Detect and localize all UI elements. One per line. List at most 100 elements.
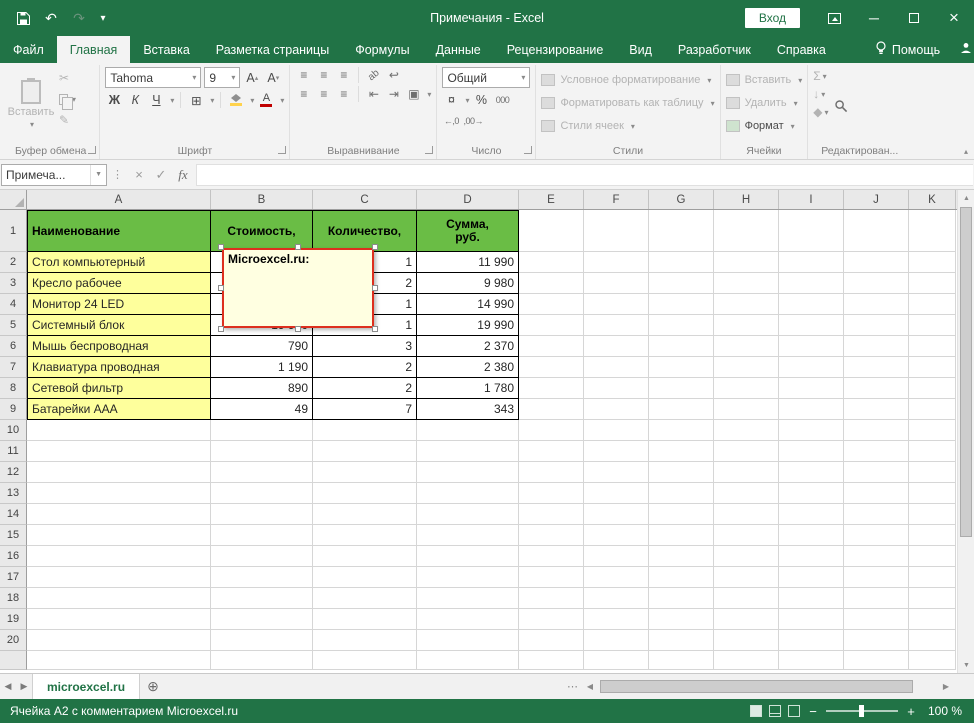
cell-J5[interactable] — [844, 315, 909, 336]
redo-icon[interactable]: ↷ — [66, 5, 92, 31]
cell-C14[interactable] — [313, 504, 417, 525]
cell-K16[interactable] — [909, 546, 956, 567]
cell-I19[interactable] — [779, 609, 844, 630]
minimize-button[interactable]: ─ — [854, 0, 894, 36]
cell-G20[interactable] — [649, 630, 714, 651]
row-header-4[interactable]: 4 — [0, 294, 27, 315]
fill-color-icon[interactable] — [227, 91, 245, 109]
cell-A2[interactable]: Стол компьютерный — [27, 252, 211, 273]
cell-E12[interactable] — [519, 462, 584, 483]
cell-E13[interactable] — [519, 483, 584, 504]
increase-decimal-icon[interactable]: ←,0 — [442, 112, 460, 130]
cell-D17[interactable] — [417, 567, 519, 588]
sheet-nav-right-icon[interactable]: ▶ — [16, 674, 32, 699]
cell-C15[interactable] — [313, 525, 417, 546]
cell-E15[interactable] — [519, 525, 584, 546]
cell-I17[interactable] — [779, 567, 844, 588]
row-header-8[interactable]: 8 — [0, 378, 27, 399]
row-header-1[interactable]: 1 — [0, 210, 27, 252]
cell-B16[interactable] — [211, 546, 313, 567]
cell-E3[interactable] — [519, 273, 584, 294]
zoom-out-icon[interactable]: − — [807, 704, 819, 719]
enter-icon[interactable]: ✓ — [150, 164, 172, 186]
row-header-13[interactable]: 13 — [0, 483, 27, 504]
cell-K3[interactable] — [909, 273, 956, 294]
cell-F2[interactable] — [584, 252, 649, 273]
cell-E9[interactable] — [519, 399, 584, 420]
wrap-text-icon[interactable]: ↩ — [385, 67, 402, 83]
cell-H1[interactable] — [714, 210, 779, 252]
cell-D16[interactable] — [417, 546, 519, 567]
cell-J16[interactable] — [844, 546, 909, 567]
tellme-help-item[interactable]: Помощь — [865, 41, 950, 58]
cell-B6[interactable]: 790 — [211, 336, 313, 357]
vertical-scrollbar[interactable]: ▲ ▼ — [957, 190, 974, 673]
cell-H2[interactable] — [714, 252, 779, 273]
number-format-select[interactable]: Общий ▾ — [442, 67, 530, 88]
ribbon-tab-Вид[interactable]: Вид — [616, 36, 665, 63]
column-header-E[interactable]: E — [519, 190, 584, 209]
comment-box[interactable]: Microexcel.ru: — [222, 248, 374, 328]
normal-view-icon[interactable] — [750, 705, 762, 717]
cell-D13[interactable] — [417, 483, 519, 504]
cell-I1[interactable] — [779, 210, 844, 252]
row-header-18[interactable]: 18 — [0, 588, 27, 609]
cell-F7[interactable] — [584, 357, 649, 378]
cell-J17[interactable] — [844, 567, 909, 588]
cell-J4[interactable] — [844, 294, 909, 315]
cell-J19[interactable] — [844, 609, 909, 630]
row-header-15[interactable]: 15 — [0, 525, 27, 546]
column-header-F[interactable]: F — [584, 190, 649, 209]
cell-E6[interactable] — [519, 336, 584, 357]
cell-G1[interactable] — [649, 210, 714, 252]
cell-A15[interactable] — [27, 525, 211, 546]
formula-input[interactable] — [196, 164, 973, 186]
close-button[interactable]: × — [934, 0, 974, 36]
comment-resize-handle-se[interactable] — [372, 326, 378, 332]
cell-C19[interactable] — [313, 609, 417, 630]
cell-C10[interactable] — [313, 420, 417, 441]
cell-H18[interactable] — [714, 588, 779, 609]
column-header-J[interactable]: J — [844, 190, 909, 209]
share-item[interactable]: Поделиться — [950, 42, 974, 57]
cell-I20[interactable] — [779, 630, 844, 651]
row-header-17[interactable]: 17 — [0, 567, 27, 588]
ribbon-tab-Формулы[interactable]: Формулы — [342, 36, 422, 63]
cell-G14[interactable] — [649, 504, 714, 525]
row-header-7[interactable]: 7 — [0, 357, 27, 378]
cell-K13[interactable] — [909, 483, 956, 504]
cell-K7[interactable] — [909, 357, 956, 378]
cell-C9[interactable]: 7 — [313, 399, 417, 420]
align-center-icon[interactable]: ≡ — [315, 86, 332, 102]
name-box[interactable]: Примеча... ▼ — [1, 164, 107, 186]
insert-cells-button[interactable]: Вставить ▾ — [726, 70, 803, 90]
cell-E20[interactable] — [519, 630, 584, 651]
cell-G2[interactable] — [649, 252, 714, 273]
align-top-icon[interactable]: ≡ — [295, 67, 312, 83]
cell-I11[interactable] — [779, 441, 844, 462]
row-header-14[interactable]: 14 — [0, 504, 27, 525]
ribbon-tab-Главная[interactable]: Главная — [57, 36, 131, 63]
cell-C1[interactable]: Количество, — [313, 210, 417, 252]
hscroll-left-icon[interactable]: ◀ — [582, 682, 598, 691]
cell-F14[interactable] — [584, 504, 649, 525]
cell-A13[interactable] — [27, 483, 211, 504]
cell-I7[interactable] — [779, 357, 844, 378]
cell-J11[interactable] — [844, 441, 909, 462]
cell-C17[interactable] — [313, 567, 417, 588]
horizontal-scrollbar[interactable]: ◀ ▶ — [582, 674, 954, 699]
cell-K20[interactable] — [909, 630, 956, 651]
cell-B19[interactable] — [211, 609, 313, 630]
cell-D7[interactable]: 2 380 — [417, 357, 519, 378]
row-header-10[interactable]: 10 — [0, 420, 27, 441]
cell-K15[interactable] — [909, 525, 956, 546]
cell-B18[interactable] — [211, 588, 313, 609]
accounting-format-icon[interactable]: ¤ — [442, 91, 460, 109]
cell-F6[interactable] — [584, 336, 649, 357]
cancel-icon[interactable]: × — [128, 164, 150, 186]
comment-resize-handle-e[interactable] — [372, 285, 378, 291]
cell-F3[interactable] — [584, 273, 649, 294]
borders-dropdown-icon[interactable]: ▾ — [210, 96, 214, 105]
cell-styles-button[interactable]: Стили ячеек ▾ — [541, 116, 714, 136]
cell-I3[interactable] — [779, 273, 844, 294]
